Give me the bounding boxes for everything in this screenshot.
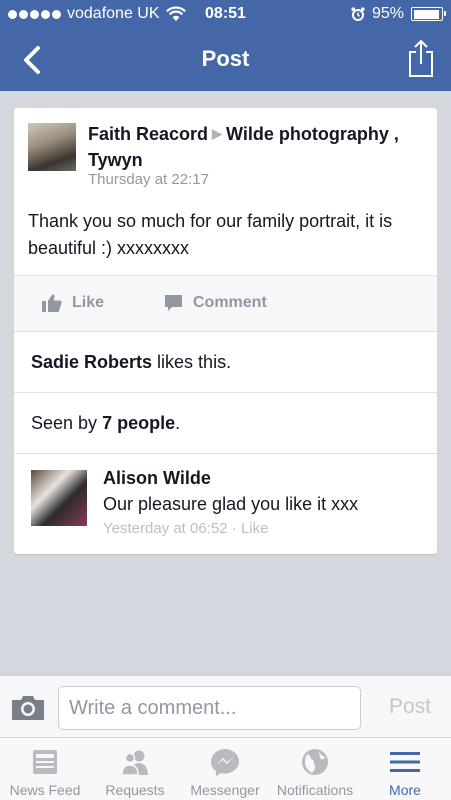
seen-summary[interactable]: Seen by 7 people. (14, 393, 437, 454)
post-actions: Like Comment (14, 275, 437, 332)
author-avatar[interactable] (28, 123, 76, 171)
comment-text: Our pleasure glad you like it xxx (103, 494, 359, 514)
meta-separator: · (227, 520, 241, 537)
post-timestamp[interactable]: Thursday at 22:17 (88, 171, 209, 188)
post-header: Faith Reacord ▶ Wilde photography , Tywyn (88, 122, 418, 172)
tab-messenger[interactable]: Messenger (180, 738, 270, 800)
likes-suffix: likes this. (152, 352, 232, 372)
tab-label: Requests (105, 782, 165, 798)
seen-prefix: Seen by (31, 413, 103, 433)
post-card: Faith Reacord ▶ Wilde photography , Tywyn … (14, 108, 437, 554)
comment-label: Comment (193, 294, 267, 311)
tab-bar: News Feed Requests Messenger Notificatio… (0, 737, 451, 800)
like-label: Like (72, 294, 105, 311)
post-comment-button[interactable]: Post (389, 695, 431, 719)
tab-label: More (389, 782, 421, 798)
comment-button[interactable]: Comment (164, 294, 267, 312)
tab-label: News Feed (9, 782, 81, 798)
seen-text: Seen by 7 people. (31, 413, 180, 434)
likes-text: Sadie Roberts likes this. (31, 352, 231, 373)
tab-label: Notifications (276, 782, 354, 798)
thumbs-up-icon (42, 294, 62, 312)
comment-input[interactable] (58, 686, 361, 730)
comment-item: Alison Wilde Our pleasure glad you like … (14, 454, 437, 554)
status-bar: vodafone UK 08:51 95% (0, 0, 451, 30)
commenter-avatar[interactable] (31, 470, 87, 526)
comment-like-link[interactable]: Like (241, 520, 269, 537)
like-button[interactable]: Like (42, 294, 104, 312)
messenger-icon (211, 749, 239, 776)
alarm-icon (351, 7, 365, 21)
arrow-right-icon: ▶ (212, 126, 223, 141)
speech-bubble-icon (165, 295, 182, 311)
post-text: Thank you so much for our family portrai… (28, 211, 393, 258)
seen-suffix: . (175, 413, 181, 433)
friend-requests-icon (121, 750, 148, 776)
menu-icon (390, 752, 420, 772)
commenter-name[interactable]: Alison Wilde (103, 468, 211, 489)
battery-icon (411, 7, 446, 21)
post-author-name[interactable]: Faith Reacord (88, 124, 208, 144)
liker-name[interactable]: Sadie Roberts (31, 352, 152, 372)
comment-time: Yesterday at 06:52 (103, 520, 228, 537)
status-right: 95% (351, 5, 446, 23)
tab-label: Messenger (190, 782, 260, 798)
seen-count[interactable]: 7 people (102, 413, 175, 433)
globe-icon (302, 749, 328, 775)
tab-news-feed[interactable]: News Feed (0, 738, 90, 800)
comment-composer: Post (0, 675, 451, 737)
tab-requests[interactable]: Requests (90, 738, 180, 800)
comment-meta: Yesterday at 06:52 · Like (103, 520, 268, 537)
share-icon[interactable] (407, 38, 435, 78)
tab-more[interactable]: More (360, 738, 450, 800)
camera-icon[interactable] (10, 694, 46, 721)
likes-summary[interactable]: Sadie Roberts likes this. (14, 332, 437, 393)
page-title: Post (201, 46, 250, 71)
nav-bar: Post (0, 30, 451, 91)
battery-percent: 95% (371, 5, 404, 22)
news-feed-icon (33, 750, 57, 774)
battery-fill (413, 9, 440, 19)
tab-notifications[interactable]: Notifications (270, 738, 360, 800)
app-header: vodafone UK 08:51 95% Post (0, 0, 451, 91)
